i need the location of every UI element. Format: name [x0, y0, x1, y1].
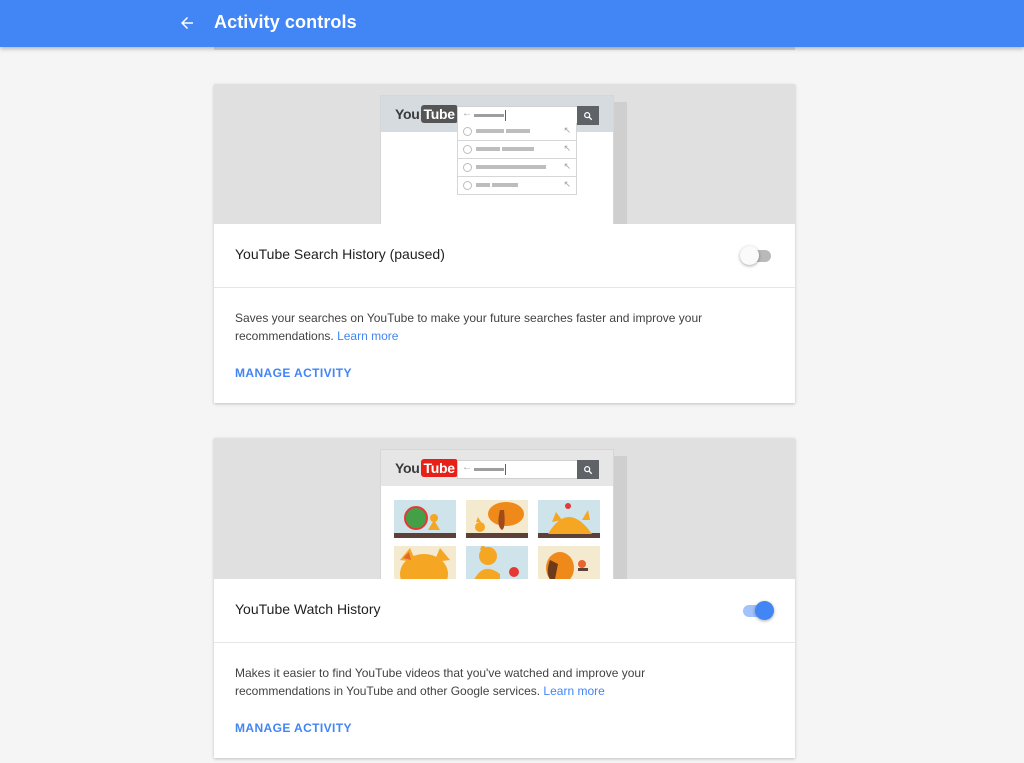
logo-you: You	[395, 106, 420, 122]
search-history-row: YouTube Search History (paused)	[214, 224, 795, 288]
video-thumbnail	[466, 500, 528, 538]
toggle-knob	[755, 601, 774, 620]
page-title: Activity controls	[214, 12, 357, 32]
logo-you: You	[395, 460, 420, 476]
watch-history-illustration: You Tube ←	[214, 438, 795, 579]
suggestion-line	[476, 129, 504, 133]
suggestion-line	[476, 183, 490, 187]
youtube-logo: You Tube	[395, 459, 458, 477]
clock-icon	[463, 145, 472, 154]
logo-tube: Tube	[420, 105, 458, 123]
back-glyph-icon: ←	[462, 462, 472, 473]
search-history-card: You Tube ← ↖ ↖ ↖ ↖ YouTube Search History…	[214, 84, 795, 403]
watch-history-description: Makes it easier to find YouTube videos t…	[235, 664, 735, 700]
learn-more-link[interactable]: Learn more	[337, 329, 398, 343]
search-history-description: Saves your searches on YouTube to make y…	[235, 309, 735, 345]
suggestion-line	[492, 183, 518, 187]
arrow-icon: ↖	[563, 143, 571, 153]
illustration-suggestions: ↖ ↖ ↖ ↖	[457, 123, 577, 195]
search-history-label: YouTube Search History (paused)	[235, 246, 445, 262]
search-history-body: Saves your searches on YouTube to make y…	[214, 288, 795, 403]
suggestion-line	[506, 129, 530, 133]
illustration-browser: You Tube ← ↖ ↖ ↖ ↖	[381, 96, 613, 224]
video-thumbnail	[394, 500, 456, 538]
clock-icon	[463, 163, 472, 172]
illustration-header: You Tube ←	[381, 450, 613, 486]
suggestion-line	[502, 147, 534, 151]
clock-icon	[463, 127, 472, 136]
watch-history-body: Makes it easier to find YouTube videos t…	[214, 643, 795, 758]
video-thumbnail	[538, 500, 600, 538]
arrow-icon: ↖	[563, 161, 571, 171]
suggestion-row: ↖	[457, 141, 577, 159]
suggestion-row: ↖	[457, 177, 577, 195]
arrow-icon: ↖	[563, 179, 571, 189]
watch-history-card: You Tube ← YouTube Watch History Makes i…	[214, 438, 795, 758]
learn-more-link[interactable]: Learn more	[543, 684, 604, 698]
previous-card-edge	[214, 47, 795, 50]
illustration-searchbox: ←	[457, 460, 579, 479]
youtube-logo: You Tube	[395, 105, 458, 123]
description-text: Saves your searches on YouTube to make y…	[235, 311, 703, 343]
search-icon	[577, 460, 599, 479]
search-icon	[577, 106, 599, 125]
back-glyph-icon: ←	[462, 108, 472, 119]
suggestion-row: ↖	[457, 123, 577, 141]
search-history-illustration: You Tube ← ↖ ↖ ↖ ↖	[214, 84, 795, 224]
video-thumbnail	[538, 546, 600, 579]
app-bar: Activity controls	[0, 0, 1024, 47]
watch-history-row: YouTube Watch History	[214, 579, 795, 643]
manage-activity-button[interactable]: MANAGE ACTIVITY	[235, 366, 352, 380]
illustration-browser: You Tube ←	[381, 450, 613, 579]
search-text-placeholder	[474, 468, 504, 471]
arrow-icon: ↖	[563, 125, 571, 135]
clock-icon	[463, 181, 472, 190]
text-caret	[505, 464, 506, 475]
watch-history-toggle[interactable]	[740, 601, 774, 621]
arrow-back-icon	[181, 17, 193, 29]
watch-history-label: YouTube Watch History	[235, 601, 381, 617]
manage-activity-button[interactable]: MANAGE ACTIVITY	[235, 721, 352, 735]
logo-tube: Tube	[420, 459, 458, 477]
suggestion-line	[476, 147, 500, 151]
search-history-toggle[interactable]	[740, 246, 774, 266]
toggle-knob	[740, 246, 759, 265]
text-caret	[505, 110, 506, 121]
back-button[interactable]	[174, 10, 200, 36]
video-thumbnail	[394, 546, 456, 579]
video-thumbnail	[466, 546, 528, 579]
search-text-placeholder	[474, 114, 504, 117]
suggestion-row: ↖	[457, 159, 577, 177]
suggestion-line	[476, 165, 546, 169]
